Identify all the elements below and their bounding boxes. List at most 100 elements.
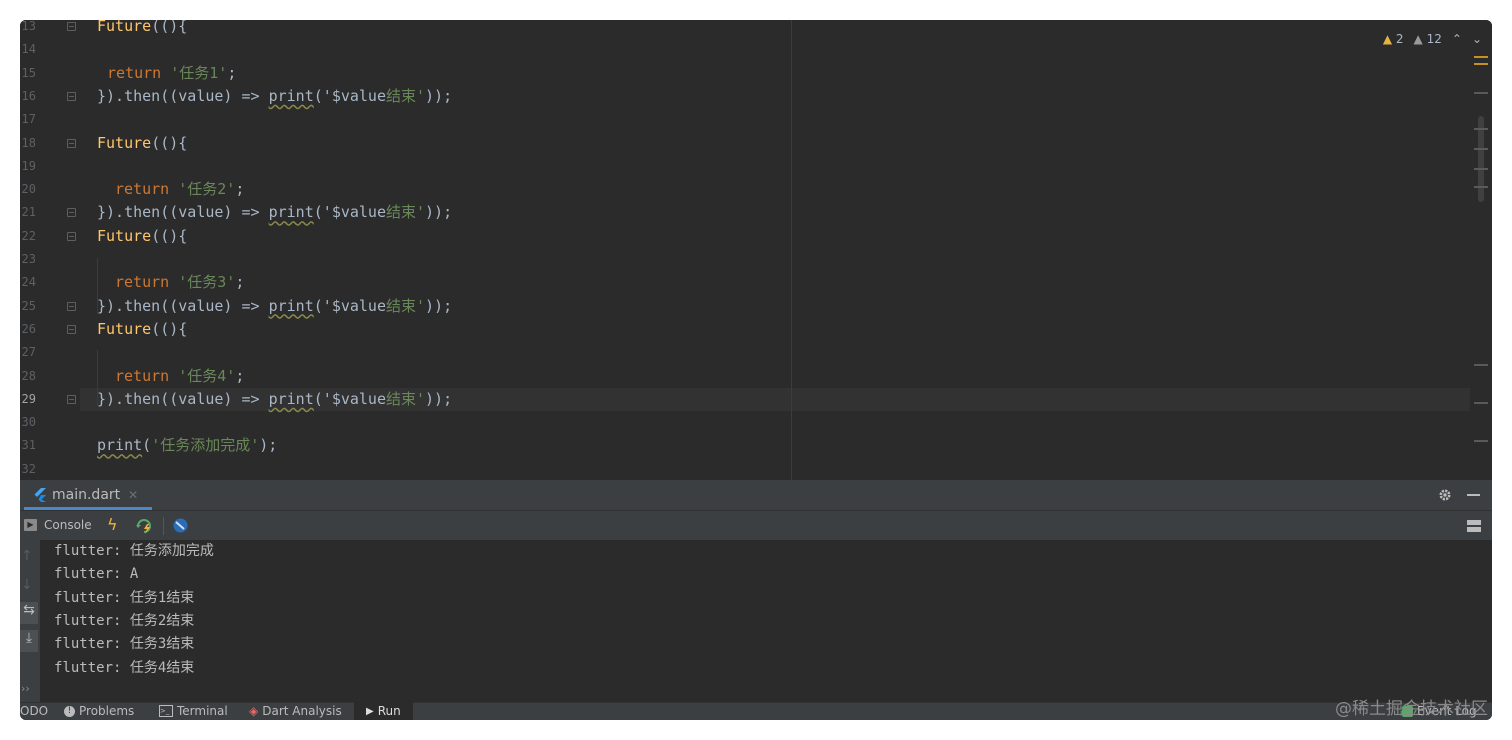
error-stripe-mark[interactable] [1474, 128, 1488, 130]
line-number: 31 [21, 438, 36, 453]
terminal-icon: >_ [159, 705, 173, 717]
next-highlight-icon[interactable]: ⌄ [1472, 32, 1482, 46]
fold-marker-icon[interactable] [67, 394, 76, 404]
run-tool-window-header: main.dart ✕ [20, 480, 1492, 510]
code-token: ( [142, 436, 152, 455]
code-token: ((){ [151, 319, 188, 338]
code-line: return '任务4'; [115, 365, 244, 388]
dart-analysis-tab[interactable]: ◈ Dart Analysis [249, 704, 342, 718]
fold-marker-icon[interactable] [67, 138, 76, 148]
code-line: Future((){ [97, 318, 187, 341]
function-token: print [268, 86, 314, 105]
code-line: Future((){ [97, 225, 187, 248]
code-token: (' [313, 389, 332, 408]
code-token: $value [331, 296, 386, 315]
console-line: flutter: 任务3结束 [54, 636, 195, 653]
code-token: )); [425, 296, 453, 315]
line-number: 14 [21, 42, 36, 57]
dart-devtools-icon[interactable] [172, 517, 189, 534]
tab-main-dart[interactable]: main.dart ✕ [34, 480, 138, 510]
code-token: )); [425, 86, 453, 105]
line-number: 27 [21, 345, 36, 360]
error-stripe-mark[interactable] [1474, 56, 1488, 58]
layout-options-icon[interactable] [1467, 520, 1481, 532]
error-stripe-mark[interactable] [1474, 440, 1488, 442]
code-line: return '任务1'; [107, 62, 236, 85]
code-token: }).then((value) => [97, 203, 269, 222]
fold-marker-icon[interactable] [67, 231, 76, 241]
problems-tab[interactable]: ! Problems [64, 704, 134, 718]
keyword-token: return [115, 180, 170, 199]
line-number: 18 [21, 135, 36, 150]
code-token: (' [313, 203, 332, 222]
error-stripe-mark[interactable] [1474, 402, 1488, 404]
down-arrow-icon[interactable]: ↓ [21, 577, 33, 593]
function-token: print [268, 389, 314, 408]
fold-marker-icon[interactable] [67, 208, 76, 218]
line-number: 26 [21, 321, 36, 336]
function-token: print [268, 203, 314, 222]
console-output[interactable]: flutter: 任务添加完成 flutter: A flutter: 任务1结束 f… [40, 540, 1492, 720]
console-line: flutter: 任务1结束 [54, 589, 195, 606]
code-line: return '任务3'; [115, 271, 244, 294]
scroll-to-end-icon[interactable]: ⤓ [20, 630, 38, 652]
code-line: }).then((value) => print('$value结束')); [97, 201, 452, 224]
line-number: 21 [21, 205, 36, 220]
gear-icon[interactable] [1438, 488, 1452, 502]
weak-warning-indicator[interactable]: ▲ 12 [1414, 32, 1442, 46]
code-token: )); [425, 203, 453, 222]
hot-restart-icon[interactable] [135, 517, 153, 535]
line-number: 30 [21, 415, 36, 430]
fold-marker-icon[interactable] [67, 91, 76, 101]
error-stripe-mark[interactable] [1474, 186, 1488, 188]
weak-warning-icon: ▲ [1413, 32, 1423, 46]
error-stripe-mark[interactable] [1474, 92, 1488, 94]
todo-tab[interactable]: ODO [20, 704, 48, 718]
run-tab[interactable]: ▶ Run [354, 702, 413, 720]
keyword-token: return [115, 273, 170, 292]
error-stripe-mark[interactable] [1474, 168, 1488, 170]
function-token: Future [97, 226, 152, 245]
previous-highlight-icon[interactable]: ⌃ [1452, 32, 1462, 46]
code-line: Future((){ [97, 132, 187, 155]
code-editor[interactable]: 13 14 15 16 17 18 19 20 21 22 23 24 25 26 27 28 29 30 31 32… [20, 20, 1492, 480]
fold-marker-icon[interactable] [67, 22, 76, 31]
string-token: 结束' [386, 296, 426, 315]
error-stripe-mark[interactable] [1474, 63, 1488, 65]
console-line: flutter: 任务4结束 [54, 659, 195, 676]
fold-marker-icon[interactable] [67, 324, 76, 334]
code-line: return '任务2'; [115, 178, 244, 201]
close-tab-icon[interactable]: ✕ [128, 488, 138, 502]
line-number: 22 [21, 228, 36, 243]
soft-wrap-icon[interactable]: ⇆ [20, 602, 38, 624]
string-token: '任务添加完成' [151, 436, 260, 455]
console-tab[interactable]: Console [44, 518, 92, 532]
string-token: 结束' [386, 86, 426, 105]
line-number: 28 [21, 368, 36, 383]
hide-panel-icon[interactable] [1467, 494, 1480, 496]
line-number: 25 [21, 298, 36, 313]
hot-reload-icon[interactable]: ϟ [107, 515, 118, 534]
function-token: print [268, 296, 314, 315]
warning-icon: ▲ [1382, 32, 1393, 46]
more-icon[interactable]: ›› [21, 682, 30, 695]
terminal-tab[interactable]: >_ Terminal [159, 704, 228, 718]
code-token: ; [227, 63, 237, 82]
toolbar-divider [163, 517, 164, 535]
console-toolbar: ▶ Console ϟ [20, 510, 1492, 541]
line-number: 13 [21, 20, 36, 33]
line-number: 20 [21, 182, 36, 197]
warning-indicator[interactable]: ▲ 2 [1383, 32, 1404, 46]
code-line: }).then((value) => print('$value结束')); [97, 295, 452, 318]
console-line: flutter: 任务2结束 [54, 612, 195, 629]
fold-marker-icon[interactable] [67, 301, 76, 311]
inspection-widget[interactable]: ▲ 2 ▲ 12 ⌃ ⌄ [1383, 32, 1482, 46]
string-token: '任务1' [170, 63, 228, 82]
keyword-token: return [107, 63, 162, 82]
up-arrow-icon[interactable]: ↑ [21, 548, 33, 564]
code-token: ); [259, 436, 278, 455]
error-stripe-mark[interactable] [1474, 364, 1488, 366]
string-token: '任务4' [178, 366, 236, 385]
error-stripe-mark[interactable] [1474, 148, 1488, 150]
code-token: ((){ [151, 133, 188, 152]
